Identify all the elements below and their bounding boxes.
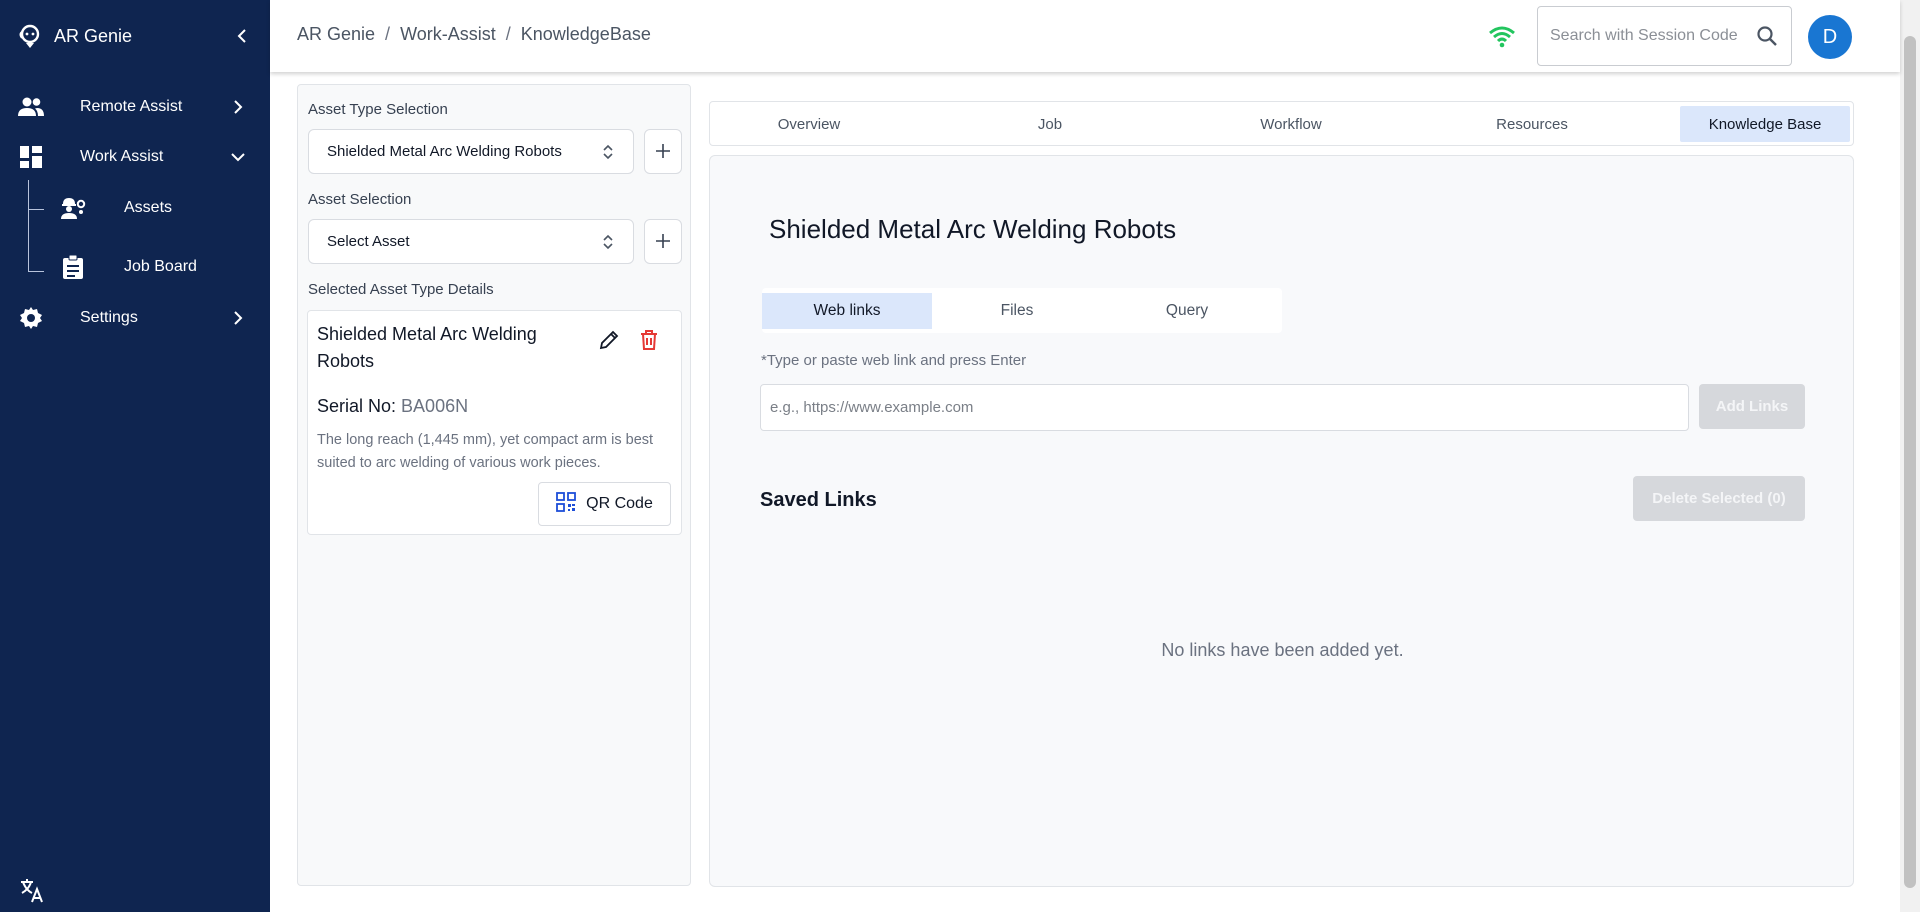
chevron-right-icon xyxy=(226,95,250,119)
subtab-query[interactable]: Query xyxy=(1102,293,1272,329)
qr-code-icon xyxy=(556,491,577,517)
clipboard-icon xyxy=(60,254,86,280)
qr-code-button[interactable]: QR Code xyxy=(538,482,671,526)
people-icon xyxy=(18,94,44,120)
breadcrumb-separator: / xyxy=(385,24,391,44)
subtab-web-links[interactable]: Web links xyxy=(762,293,932,329)
empty-state-text: No links have been added yet. xyxy=(1161,640,1404,660)
asset-selection-label: Asset Selection xyxy=(308,191,412,208)
sidebar-item-label: Assets xyxy=(124,199,173,216)
gear-icon xyxy=(18,305,44,331)
breadcrumb: AR Genie / Work-Assist / KnowledgeBase xyxy=(297,24,651,45)
sidebar-item-work-assist[interactable]: Work Assist xyxy=(0,135,270,179)
chevron-right-icon xyxy=(226,306,250,330)
breadcrumb-item[interactable]: Work-Assist xyxy=(400,24,496,45)
search-icon[interactable] xyxy=(1755,24,1779,48)
scrollbar-thumb[interactable] xyxy=(1904,36,1916,888)
sidebar-item-assets[interactable]: Assets xyxy=(0,186,270,230)
add-asset-type-button[interactable] xyxy=(644,129,682,174)
collapse-sidebar-icon[interactable] xyxy=(230,24,254,48)
chevron-down-icon xyxy=(226,145,250,169)
saved-links-title: Saved Links xyxy=(760,489,877,511)
subtab-files[interactable]: Files xyxy=(932,293,1102,329)
tab-overview[interactable]: Overview xyxy=(724,106,894,142)
knowledge-base-panel: Shielded Metal Arc Welding Robots Web li… xyxy=(709,155,1854,887)
delete-selected-button[interactable]: Delete Selected (0) xyxy=(1633,476,1805,521)
serial-label: Serial No: xyxy=(317,396,397,416)
tab-knowledge-base[interactable]: Knowledge Base xyxy=(1680,106,1850,142)
sidebar-item-settings[interactable]: Settings xyxy=(0,296,270,340)
asset-type-card: Shielded Metal Arc Welding Robots Serial… xyxy=(307,310,682,535)
sidebar-item-job-board[interactable]: Job Board xyxy=(0,245,270,289)
asset-value: Select Asset xyxy=(327,233,410,250)
asset-panel: Asset Type Selection Shielded Metal Arc … xyxy=(297,84,691,886)
page-scrollbar[interactable] xyxy=(1900,0,1920,912)
brand: AR Genie xyxy=(16,20,254,52)
breadcrumb-item[interactable]: AR Genie xyxy=(297,24,375,45)
translate-icon[interactable] xyxy=(18,876,46,904)
asset-tabs: Overview Job Workflow Resources Knowledg… xyxy=(709,101,1854,146)
search-input[interactable] xyxy=(1550,27,1740,45)
wifi-icon xyxy=(1488,24,1516,48)
plus-icon xyxy=(655,229,671,255)
asset-type-value: Shielded Metal Arc Welding Robots xyxy=(327,143,562,160)
serial-value: BA006N xyxy=(401,396,469,416)
sidebar-item-label: Settings xyxy=(80,309,138,326)
topbar: AR Genie / Work-Assist / KnowledgeBase D xyxy=(270,0,1900,72)
session-search xyxy=(1537,6,1792,66)
unfold-icon xyxy=(601,143,615,161)
unfold-icon xyxy=(601,233,615,251)
sidebar-item-label: Work Assist xyxy=(80,148,164,165)
engineer-icon xyxy=(60,195,86,221)
breadcrumb-item: KnowledgeBase xyxy=(520,24,651,44)
edit-icon[interactable] xyxy=(597,328,621,352)
add-asset-button[interactable] xyxy=(644,219,682,264)
sidebar-item-label: Remote Assist xyxy=(80,98,183,115)
qr-code-label: QR Code xyxy=(586,495,653,512)
brand-title: AR Genie xyxy=(54,25,133,46)
serial-number: Serial No: BA006N xyxy=(317,396,468,417)
ar-genie-logo-icon xyxy=(16,22,44,50)
web-link-input[interactable] xyxy=(760,384,1689,431)
asset-type-label: Asset Type Selection xyxy=(308,101,448,118)
tab-workflow[interactable]: Workflow xyxy=(1206,106,1376,142)
plus-icon xyxy=(655,139,671,165)
add-links-button[interactable]: Add Links xyxy=(1699,384,1805,429)
avatar[interactable]: D xyxy=(1808,15,1852,59)
tab-resources[interactable]: Resources xyxy=(1447,106,1617,142)
sidebar-item-remote-assist[interactable]: Remote Assist xyxy=(0,85,270,129)
dashboard-icon xyxy=(18,144,44,170)
asset-type-name: Shielded Metal Arc Welding Robots xyxy=(317,324,537,371)
knowledge-subtabs: Web links Files Query xyxy=(762,288,1282,333)
sidebar: AR Genie Remote Assist Work Assist Asset… xyxy=(0,0,270,912)
tab-job[interactable]: Job xyxy=(965,106,1135,142)
selected-details-label: Selected Asset Type Details xyxy=(308,281,494,298)
asset-type-select[interactable]: Shielded Metal Arc Welding Robots xyxy=(308,129,634,174)
breadcrumb-separator: / xyxy=(505,24,511,44)
link-input-hint: *Type or paste web link and press Enter xyxy=(761,352,1027,369)
delete-icon[interactable] xyxy=(637,328,661,352)
asset-select[interactable]: Select Asset xyxy=(308,219,634,264)
sidebar-item-label: Job Board xyxy=(124,258,197,275)
asset-description: The long reach (1,445 mm), yet compact a… xyxy=(317,432,654,471)
page-title: Shielded Metal Arc Welding Robots xyxy=(769,214,1177,244)
